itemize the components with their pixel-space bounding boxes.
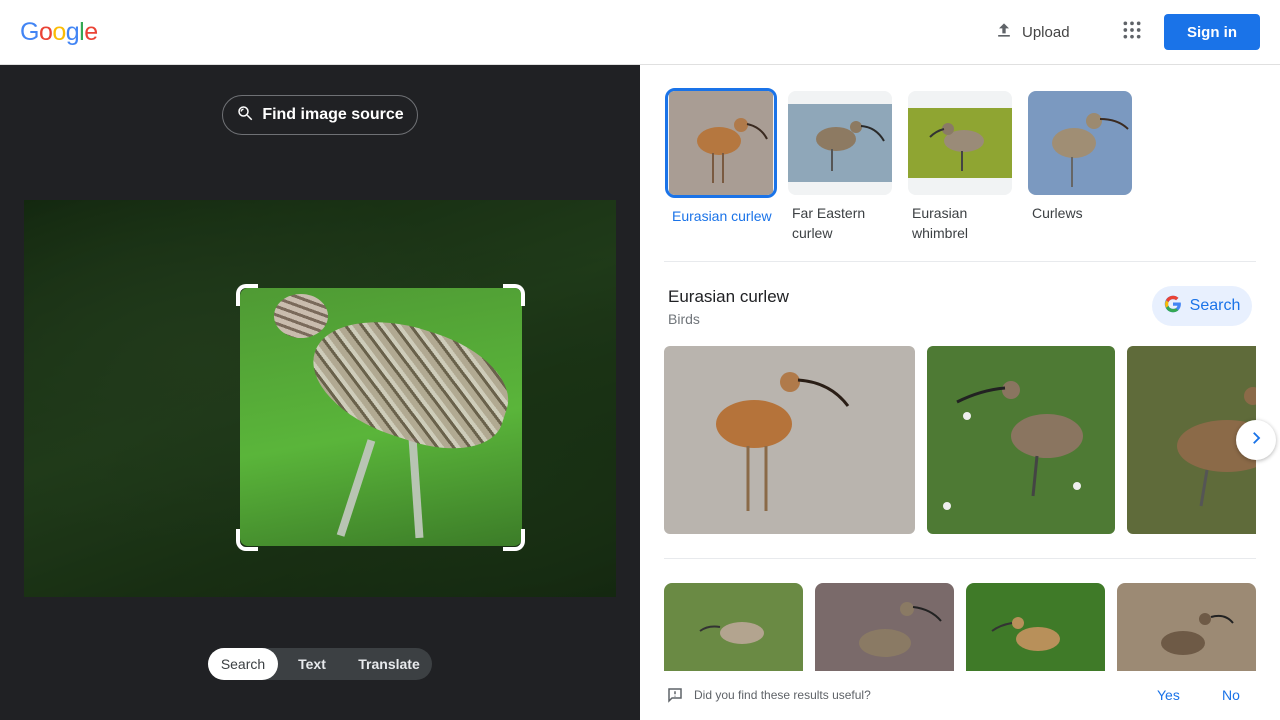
result-title[interactable]: Eurasian curlew	[668, 287, 789, 307]
selected-crop-region[interactable]	[240, 288, 522, 546]
google-logo[interactable]: Google	[20, 18, 98, 47]
image-search-icon	[236, 104, 254, 127]
result-subtitle: Birds	[668, 311, 700, 327]
logo-letter: o	[38, 18, 53, 46]
upload-button[interactable]: Upload	[982, 14, 1082, 50]
query-image-panel: Find image source Search Text Translate	[0, 65, 640, 720]
logo-letter: G	[20, 18, 39, 46]
logo-letter: e	[84, 18, 98, 46]
mode-switch: Search Text Translate	[208, 648, 432, 680]
bird-head	[274, 294, 328, 338]
result-image[interactable]	[664, 346, 915, 534]
feedback-icon	[666, 686, 684, 709]
crop-handle-top-left[interactable]	[236, 284, 258, 306]
feedback-yes-button[interactable]: Yes	[1157, 687, 1180, 703]
chevron-right-icon	[1247, 429, 1265, 452]
more-images-row	[664, 583, 1256, 671]
chip-far-eastern-curlew[interactable]: Far Eastern curlew	[788, 91, 898, 243]
bird-leg	[408, 437, 424, 539]
chip-label: Curlews	[1032, 205, 1083, 221]
google-search-label: Search	[1189, 297, 1241, 314]
crop-handle-top-right[interactable]	[503, 284, 525, 306]
chip-thumbnail	[665, 88, 777, 198]
result-image[interactable]	[815, 583, 954, 671]
crop-handle-bottom-left[interactable]	[236, 529, 258, 551]
find-image-source-label: Find image source	[262, 106, 404, 123]
chip-eurasian-curlew[interactable]: Eurasian curlew	[665, 88, 778, 226]
chip-thumbnail	[788, 91, 892, 195]
apps-grid-button[interactable]	[1116, 16, 1148, 48]
logo-letter: o	[52, 18, 66, 46]
related-chips: Eurasian curlew Far Eastern curlew Euras…	[664, 88, 1256, 262]
result-image[interactable]	[664, 583, 803, 671]
carousel-next-button[interactable]	[1236, 420, 1276, 460]
chip-eurasian-whimbrel[interactable]: Eurasian whimbrel	[908, 91, 1018, 243]
feedback-bar: Did you find these results useful? Yes N…	[640, 671, 1280, 720]
google-g-icon	[1164, 295, 1182, 318]
feedback-question: Did you find these results useful?	[694, 688, 871, 702]
feedback-no-button[interactable]: No	[1222, 687, 1240, 703]
result-image[interactable]	[966, 583, 1105, 671]
mode-search-tab[interactable]: Search	[208, 648, 278, 680]
bird-leg	[336, 439, 376, 537]
mode-translate-tab[interactable]: Translate	[346, 648, 432, 680]
image-results-row	[664, 346, 1256, 534]
find-image-source-button[interactable]: Find image source	[222, 95, 418, 135]
chip-thumbnail	[908, 91, 1012, 195]
result-image[interactable]	[1117, 583, 1256, 671]
chip-label: Far Eastern curlew	[792, 205, 866, 241]
chip-label: Eurasian whimbrel	[912, 205, 969, 241]
chip-curlews[interactable]: Curlews	[1028, 91, 1138, 223]
crop-handle-bottom-right[interactable]	[503, 529, 525, 551]
chip-label: Eurasian curlew	[672, 208, 772, 224]
section-divider	[664, 558, 1256, 559]
sign-in-button[interactable]: Sign in	[1164, 14, 1260, 50]
knowledge-header: Eurasian curlew Birds	[668, 287, 789, 327]
query-image	[24, 200, 616, 597]
upload-icon	[994, 20, 1014, 44]
result-image[interactable]	[927, 346, 1115, 534]
google-search-button[interactable]: Search	[1152, 286, 1252, 326]
logo-letter: g	[65, 18, 80, 46]
mode-text-tab[interactable]: Text	[278, 648, 346, 680]
upload-label: Upload	[1022, 23, 1070, 41]
chip-thumbnail	[1028, 91, 1132, 195]
top-header: Google Upload Sign in	[0, 0, 1280, 65]
results-panel: Eurasian curlew Far Eastern curlew Euras…	[640, 65, 1280, 720]
apps-grid-icon	[1122, 20, 1142, 45]
